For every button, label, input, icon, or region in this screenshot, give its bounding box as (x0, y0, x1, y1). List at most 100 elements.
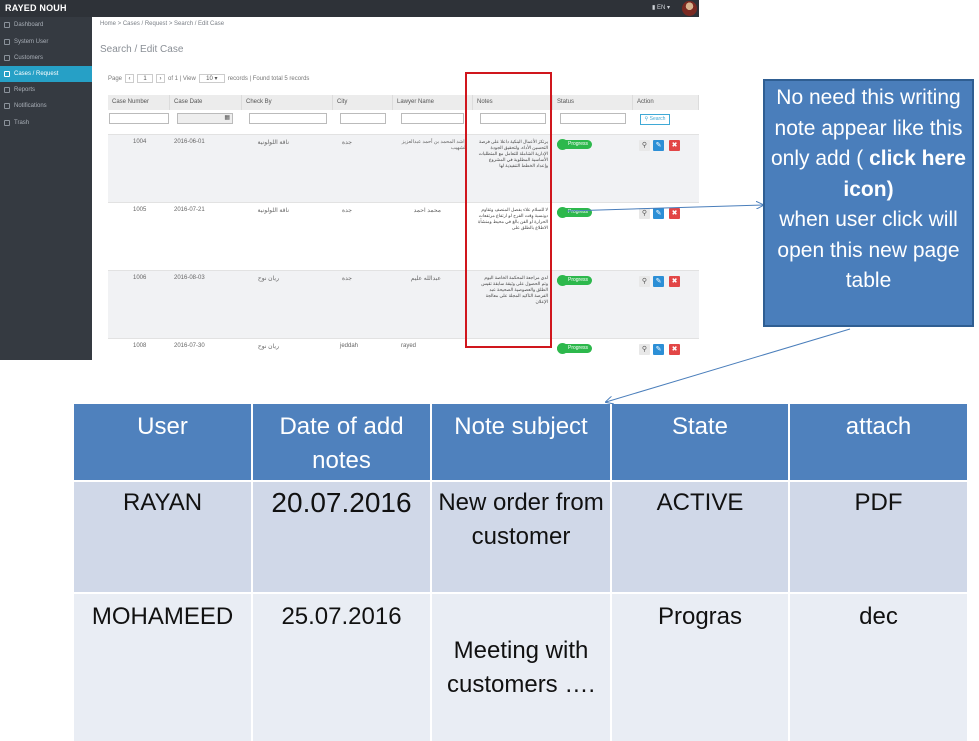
status-badge: Progress (557, 139, 593, 150)
filter-city-input[interactable] (340, 113, 386, 124)
avatar[interactable] (682, 1, 697, 16)
user-cell: RAYAN (74, 480, 253, 593)
pager: Page ‹ 1 › of 1 | View 10 ▾ records | Fo… (108, 74, 309, 83)
sidebar-item-label: Reports (14, 87, 36, 93)
city-cell: جدة (341, 208, 352, 214)
case-number-cell: 1004 (133, 139, 147, 145)
sidebar-item-trash[interactable]: Trash (0, 115, 92, 131)
column-header-case-number[interactable]: Case Number (108, 95, 170, 110)
sidebar-item-customers[interactable]: Customers (0, 50, 92, 66)
column-header-action: Action (633, 95, 699, 110)
records-count-text: records | Found total 5 records (227, 75, 310, 82)
case-number-cell: 1005 (133, 207, 147, 213)
trash-icon (4, 120, 10, 126)
table-row: RAYAN 20.07.2016 New order from customer… (74, 480, 969, 593)
chart-icon (4, 87, 10, 93)
case-date-cell: 2016-07-21 (174, 207, 205, 213)
date-cell: 20.07.2016 (252, 480, 432, 593)
table-row[interactable]: 1005 2016-07-21 ناقة اللولونية جدة محمد … (108, 202, 699, 270)
subject-cell: Meeting with customers …. (431, 592, 612, 741)
next-page-button[interactable]: › (156, 74, 166, 83)
sidebar-item-label: Trash (14, 120, 30, 126)
attach-cell[interactable]: dec (789, 592, 969, 741)
user-cell: MOHAMEED (74, 592, 253, 741)
users-icon (4, 55, 10, 61)
lawyer-cell: راشد المحمد بن أحمد عبدالعزيز الشهيب (401, 139, 467, 151)
annotation-callout: No need this writing note appear like th… (763, 79, 974, 327)
calendar-icon[interactable]: ▦ (224, 114, 230, 121)
delete-icon[interactable]: ✖ (669, 276, 680, 287)
table-row[interactable]: 1006 2016-08-03 ريان نوح جدة عبدالله علي… (108, 270, 699, 338)
sidebar-item-reports[interactable]: Reports (0, 82, 92, 98)
top-bar: RAYED NOUH ▮ EN ▾ (0, 0, 699, 17)
search-button[interactable]: ⚲ Search (640, 114, 670, 125)
delete-icon[interactable]: ✖ (669, 344, 680, 355)
sidebar-item-system-user[interactable]: System User (0, 34, 92, 50)
user-icon (4, 39, 10, 45)
lawyer-cell: محمد احمد (413, 208, 441, 214)
header-user: User (74, 404, 253, 481)
main-content: Home > Cases / Request > Search / Edit C… (92, 17, 699, 360)
attach-cell[interactable]: PDF (789, 480, 969, 593)
language-selector[interactable]: ▮ EN ▾ (652, 4, 670, 11)
state-cell: Progras (611, 592, 790, 741)
lawyer-cell: rayed (401, 343, 417, 349)
filter-check-by-input[interactable] (249, 113, 327, 124)
sidebar: Dashboard System User Customers Cases / … (0, 17, 97, 360)
view-icon[interactable]: ⚲ (639, 140, 650, 151)
sidebar-item-label: System User (14, 39, 49, 45)
table-row: MOHAMEED 25.07.2016 Meeting with custome… (74, 592, 969, 741)
edit-icon[interactable]: ✎ (653, 140, 664, 151)
state-cell: ACTIVE (611, 480, 790, 593)
view-icon[interactable]: ⚲ (639, 208, 650, 219)
bell-icon (4, 103, 10, 109)
case-number-cell: 1006 (133, 275, 147, 281)
check-by-cell: ريان نوح (257, 276, 279, 282)
column-header-check-by[interactable]: Check By (242, 95, 333, 110)
case-number-cell: 1008 (133, 343, 147, 349)
header-attach: attach (789, 404, 969, 481)
delete-icon[interactable]: ✖ (669, 208, 680, 219)
table-row[interactable]: 1004 2016-06-01 ناقة اللولونية جدة راشد … (108, 134, 699, 202)
case-date-cell: 2016-06-01 (174, 139, 205, 145)
check-by-cell: ناقة اللولونية (257, 140, 289, 146)
column-header-status[interactable]: Status (553, 95, 633, 110)
callout-text-2: when user click will open this new page … (777, 208, 960, 292)
pager-of-text: of 1 | View (168, 75, 196, 82)
table-header-row: User Date of add notes Note subject Stat… (74, 404, 969, 481)
notes-detail-table: User Date of add notes Note subject Stat… (74, 404, 969, 741)
filter-status-input[interactable] (560, 113, 626, 124)
column-header-lawyer-name[interactable]: Lawyer Name (393, 95, 473, 110)
lawyer-cell: عبدالله عليم (410, 276, 441, 282)
view-count-select[interactable]: 10 ▾ (198, 74, 225, 83)
sidebar-item-label: Dashboard (14, 22, 44, 28)
filter-lawyer-input[interactable] (401, 113, 464, 124)
status-badge: Progress (557, 207, 593, 218)
app-screenshot: RAYED NOUH ▮ EN ▾ Dashboard System User … (0, 0, 699, 360)
sidebar-item-notifications[interactable]: Notifications (0, 98, 92, 114)
edit-icon[interactable]: ✎ (653, 344, 664, 355)
dashboard-icon (4, 22, 10, 28)
filter-case-number-input[interactable] (109, 113, 169, 124)
sidebar-item-cases[interactable]: Cases / Request (0, 66, 97, 82)
case-date-cell: 2016-07-30 (174, 343, 205, 349)
edit-icon[interactable]: ✎ (653, 276, 664, 287)
column-header-city[interactable]: City (333, 95, 393, 110)
filter-case-date-input[interactable]: ▦ (177, 113, 233, 124)
language-label: EN (656, 5, 666, 11)
view-icon[interactable]: ⚲ (639, 344, 650, 355)
prev-page-button[interactable]: ‹ (125, 74, 135, 83)
view-icon[interactable]: ⚲ (639, 276, 650, 287)
case-date-cell: 2016-08-03 (174, 275, 205, 281)
sidebar-item-label: Cases / Request (14, 71, 59, 77)
table-row[interactable]: 1008 2016-07-30 ريان نوح jeddah rayed Pr… (108, 338, 699, 360)
page-number-input[interactable]: 1 (137, 74, 154, 83)
header-note-subject: Note subject (431, 404, 612, 481)
delete-icon[interactable]: ✖ (669, 140, 680, 151)
sidebar-item-dashboard[interactable]: Dashboard (0, 17, 92, 33)
notes-column-highlight (465, 72, 552, 348)
column-header-case-date[interactable]: Case Date (170, 95, 242, 110)
city-cell: جدة (341, 140, 352, 146)
page-title: Search / Edit Case (100, 44, 184, 55)
edit-icon[interactable]: ✎ (653, 208, 664, 219)
